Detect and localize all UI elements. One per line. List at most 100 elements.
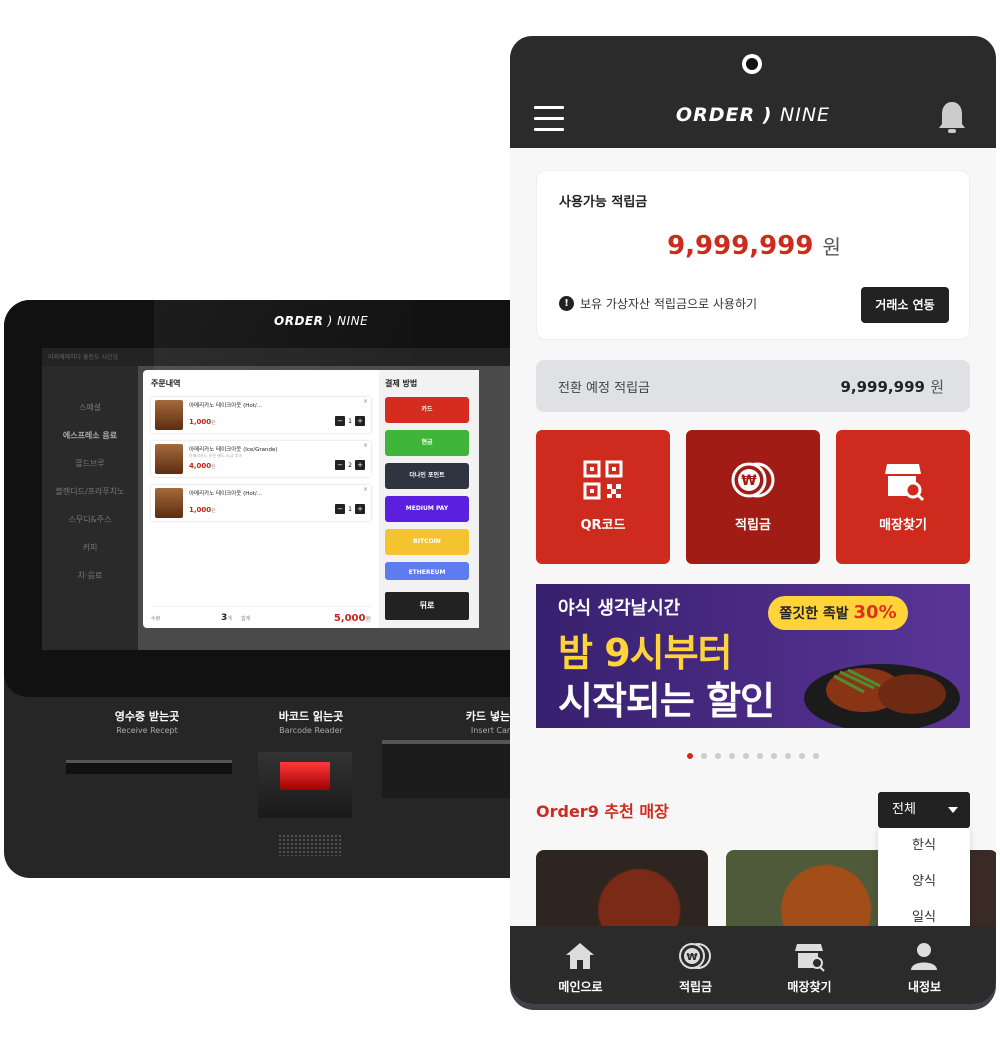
tile-label: QR코드 [580, 518, 626, 533]
recommend-title: Order9 추천 매장 [536, 802, 669, 821]
order-summary: 수량 3개 합계 5,000원 [151, 606, 371, 624]
phone-device: ORDER ) NINE 사용가능 적립금 9,999,999 원 ! 보유 가상… [510, 36, 996, 1010]
bell-icon[interactable] [938, 100, 966, 134]
carousel-dot[interactable] [701, 753, 707, 759]
exclamation-icon: ! [559, 296, 574, 311]
kiosk-device: ORDER ) NINE 이외에에하다 흥진도 시간입 스페셜 에스프레소 음료… [4, 300, 552, 878]
store-search-tile[interactable]: 매장찾기 [836, 430, 970, 564]
tile-label: 적립금 [735, 518, 771, 533]
dropdown-option[interactable]: 양식 [878, 864, 970, 900]
kiosk-category[interactable]: 블렌디드/프라푸치노 [42, 478, 138, 506]
order-title: 주문내역 [151, 379, 181, 388]
kiosk-sidebar: 스페셜 에스프레소 음료 콜드브루 블렌디드/프라푸치노 스무디&주스 커피 차… [42, 366, 138, 650]
carousel-dot[interactable] [715, 753, 721, 759]
caret-down-icon [948, 807, 958, 813]
carousel-dot[interactable] [729, 753, 735, 759]
item-price: 4,000원 [189, 462, 216, 470]
qty-label: 수량 [151, 616, 161, 622]
order-item: 아메리카노 테이크아웃 (Ice/Grande) 아메리카노 숏은 별도 요금 … [151, 441, 371, 477]
won-coin-icon: ₩ [731, 462, 775, 498]
nav-store-search[interactable]: 매장찾기 [749, 926, 870, 1004]
pay-card-button[interactable]: 카드 [385, 397, 469, 423]
carousel-dot[interactable] [743, 753, 749, 759]
order-modal: 주문내역 아메리카노 테이크아웃 (Hot/... 1,000원 × − 1 +… [143, 370, 479, 628]
item-price: 1,000원 [189, 418, 216, 426]
svg-text:₩: ₩ [741, 473, 757, 489]
banner-line2: 밤 9시부터 [558, 631, 733, 675]
receipt-label: 영수증 받는곳 Receive Recept [114, 710, 180, 735]
dropdown-option[interactable]: 한식 [878, 828, 970, 864]
kiosk-category[interactable]: 차·음료 [42, 562, 138, 590]
carousel-dot[interactable] [785, 753, 791, 759]
balance-title: 사용가능 적립금 [559, 195, 648, 210]
pay-cash-button[interactable]: 현금 [385, 430, 469, 456]
minus-button[interactable]: − [335, 416, 346, 426]
nav-home[interactable]: 메인으로 [520, 926, 641, 1004]
quantity-stepper: − 1 + [335, 504, 365, 514]
carousel-dot[interactable] [813, 753, 819, 759]
carousel-dot[interactable] [771, 753, 777, 759]
kiosk-category[interactable]: 에스프레소 음료 [42, 422, 138, 450]
order-list: 주문내역 아메리카노 테이크아웃 (Hot/... 1,000원 × − 1 +… [143, 370, 379, 628]
bottom-nav: 메인으로 ₩ 적립금 매장찾기 내정보 [510, 926, 996, 1004]
store-search-icon [885, 464, 925, 502]
pay-point-button[interactable]: 더나인 포인트 [385, 463, 469, 489]
back-button[interactable]: 뒤로 [385, 592, 469, 620]
kiosk-category[interactable]: 스무디&주스 [42, 506, 138, 534]
order-item: 아메리카노 테이크아웃 (Hot/... 1,000원 × − 1 + [151, 397, 371, 433]
store-search-icon [795, 944, 825, 972]
won-coin-icon: ₩ [679, 943, 711, 969]
kiosk-category[interactable]: 스페셜 [42, 394, 138, 422]
exchange-link-button[interactable]: 거래소 연동 [861, 287, 949, 323]
app-logo: ORDER ) NINE [675, 104, 831, 126]
kiosk-top-bar: 이외에에하다 흥진도 시간입 [42, 348, 540, 366]
item-qty: 1 [348, 417, 352, 425]
carousel-dots [510, 744, 996, 763]
plus-button[interactable]: + [355, 416, 365, 426]
carousel-dot[interactable] [799, 753, 805, 759]
nav-points[interactable]: ₩ 적립금 [635, 926, 756, 1004]
item-name: 아메리카노 테이크아웃 (Ice/Grande) [189, 447, 278, 453]
payment-title: 결제 방법 [385, 379, 418, 388]
item-name: 아메리카노 테이크아웃 (Hot/... [189, 403, 262, 409]
order-total: 5,000원 [333, 613, 371, 624]
banner-pill: 쫄깃한 족발 30% [768, 596, 908, 630]
promo-banner[interactable]: 야식 생각날시간 밤 9시부터 시작되는 할인 쫄깃한 족발 30% [536, 584, 970, 728]
barcode-reader [258, 752, 352, 818]
pay-bitcoin-button[interactable]: BITCOIN [385, 529, 469, 555]
coffee-thumbnail [155, 400, 183, 430]
qr-code-icon [583, 460, 623, 500]
coffee-thumbnail [155, 488, 183, 518]
speaker-grille [278, 834, 342, 856]
remove-icon[interactable]: × [363, 398, 368, 405]
minus-button[interactable]: − [335, 504, 346, 514]
item-option: 아메리카노 숏은 별도 요금 부과 [189, 453, 242, 458]
app-header: ORDER ) NINE [510, 36, 996, 148]
kiosk-logo: ORDER ) NINE [274, 314, 369, 328]
carousel-dot[interactable] [687, 753, 693, 759]
coffee-thumbnail [155, 444, 183, 474]
points-tile[interactable]: ₩ 적립금 [686, 430, 820, 564]
kiosk-category[interactable]: 콜드브루 [42, 450, 138, 478]
category-select[interactable]: 전체 [878, 792, 970, 828]
carousel-dot[interactable] [757, 753, 763, 759]
phone-screen: ORDER ) NINE 사용가능 적립금 9,999,999 원 ! 보유 가상… [510, 36, 996, 1004]
plus-button[interactable]: + [355, 460, 365, 470]
remove-icon[interactable]: × [363, 442, 368, 449]
receipt-slot [66, 760, 232, 774]
nav-label: 매장찾기 [787, 980, 832, 994]
nav-label: 내정보 [907, 980, 942, 994]
item-qty: 1 [348, 505, 352, 513]
kiosk-category[interactable]: 커피 [42, 534, 138, 562]
minus-button[interactable]: − [335, 460, 346, 470]
pay-mediumpay-button[interactable]: MEDIUM PAY [385, 496, 469, 522]
quantity-stepper: − 2 + [335, 460, 365, 470]
banner-line3: 시작되는 할인 [558, 679, 775, 723]
nav-label: 적립금 [678, 980, 713, 994]
category-dropdown: 한식 양식 일식 [878, 828, 970, 940]
pay-ethereum-button[interactable]: ETHEREUM [385, 562, 469, 580]
plus-button[interactable]: + [355, 504, 365, 514]
qr-code-tile[interactable]: QR코드 [536, 430, 670, 564]
nav-my-info[interactable]: 내정보 [864, 926, 985, 1004]
remove-icon[interactable]: × [363, 486, 368, 493]
